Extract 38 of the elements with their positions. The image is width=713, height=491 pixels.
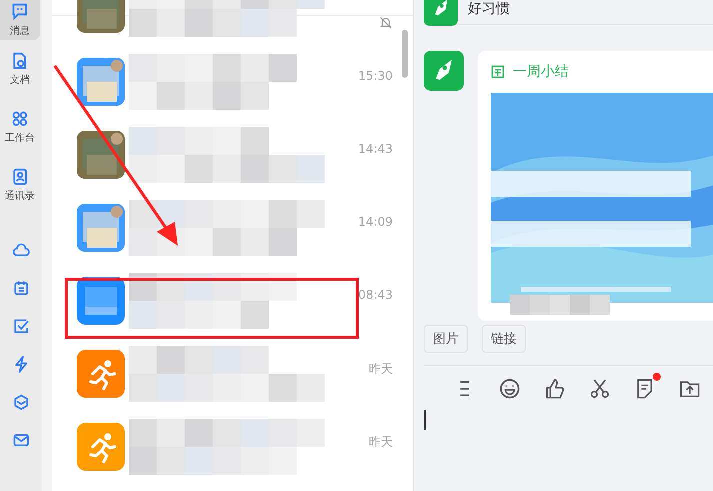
timestamp: 14:09	[358, 215, 393, 229]
sidebar-item[interactable]: 消息	[0, 0, 40, 40]
contact-card-icon	[11, 168, 29, 186]
chat-row[interactable]: 14:43	[77, 118, 413, 191]
sidebar-item[interactable]: 通讯录	[0, 156, 40, 214]
message-card[interactable]: 一周小结	[478, 51, 713, 321]
cube-icon[interactable]	[12, 394, 30, 411]
chat-row[interactable]: 昨天	[77, 410, 413, 483]
chat-row[interactable]: 08:43	[77, 264, 413, 337]
timestamp: 昨天	[369, 434, 393, 451]
checkbox-icon[interactable]	[12, 318, 30, 335]
chat-title: 好习惯	[468, 0, 510, 18]
card-title: 一周小结	[513, 63, 569, 81]
scrollbar[interactable]	[402, 30, 408, 78]
scissors-icon[interactable]	[589, 378, 611, 400]
report-icon	[491, 65, 505, 79]
chat-row[interactable]: 14:09	[77, 191, 413, 264]
mail-icon[interactable]	[12, 432, 30, 449]
thumbs-up-icon[interactable]	[544, 378, 566, 400]
calendar-icon[interactable]	[12, 280, 30, 297]
rocket-icon	[424, 0, 458, 26]
quick-button[interactable]: 链接	[482, 325, 526, 353]
grid-icon	[11, 110, 29, 128]
timestamp: 15:30	[358, 69, 393, 83]
smiley-icon[interactable]	[499, 378, 521, 400]
chat-bubble-icon	[11, 3, 29, 21]
timestamp: 昨天	[369, 361, 393, 378]
timestamp: 14:43	[358, 142, 393, 156]
rocket-icon	[424, 51, 464, 91]
lightning-icon[interactable]	[12, 356, 30, 373]
timestamp: 08:43	[358, 288, 393, 302]
sidebar-item[interactable]: 工作台	[0, 98, 40, 156]
cloud-icon[interactable]	[12, 242, 30, 259]
sidebar-item[interactable]: 文档	[0, 40, 40, 98]
document-icon	[11, 52, 29, 70]
chat-row[interactable]: 15:30	[77, 45, 413, 118]
quick-button[interactable]: 图片	[424, 325, 468, 353]
chat-row[interactable]: 昨天	[77, 337, 413, 410]
